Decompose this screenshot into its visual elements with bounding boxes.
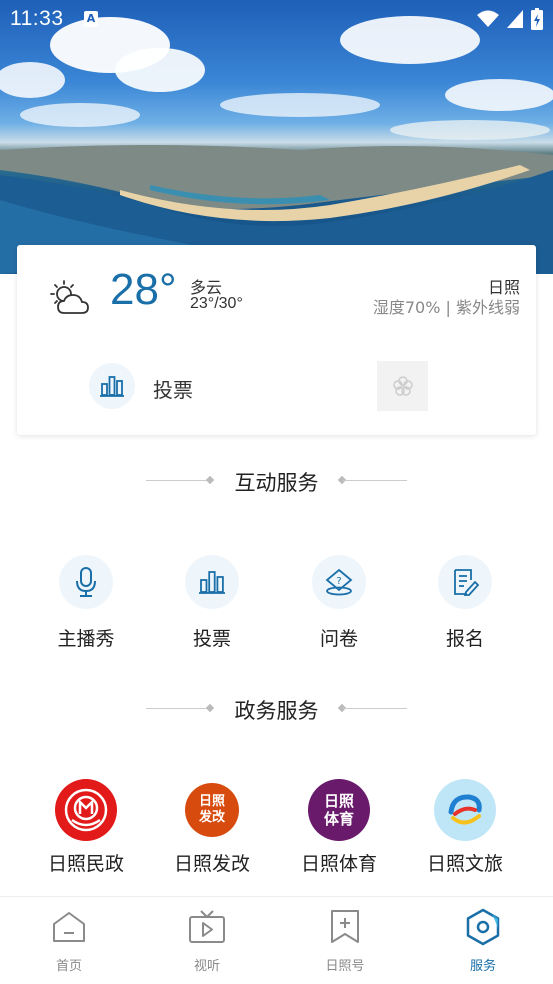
logo-text: 日照 体育 xyxy=(323,792,354,828)
service-label: 日照文旅 xyxy=(426,853,503,875)
divider-line xyxy=(343,708,407,709)
section-title-interactive: 互动服务 xyxy=(234,471,319,495)
nav-label: 日照号 xyxy=(325,959,365,974)
nav-label: 首页 xyxy=(55,959,82,974)
service-questionnaire[interactable]: ? 问卷 xyxy=(289,555,389,651)
gov-service-civil-affairs[interactable]: 日照民政 xyxy=(36,779,136,876)
service-label: 日照民政 xyxy=(47,853,124,875)
service-label: 问卷 xyxy=(319,628,358,650)
wifi-icon xyxy=(477,10,499,27)
bottom-navigation: 首页 视听 日照号 服务 xyxy=(0,896,553,984)
bookmark-plus-icon xyxy=(325,907,365,947)
partly-cloudy-icon xyxy=(50,280,89,314)
temperature: 28° xyxy=(110,265,177,314)
home-icon xyxy=(49,907,89,947)
service-label: 主播秀 xyxy=(57,628,115,650)
nav-rizhao-account[interactable]: 日照号 xyxy=(300,907,390,974)
nav-media[interactable]: 视听 xyxy=(162,907,252,974)
status-time: 11:33 xyxy=(10,7,64,30)
status-bar: 11:33 A xyxy=(0,0,553,38)
nav-label: 服务 xyxy=(469,959,496,974)
temperature-range: 23°/30° xyxy=(190,295,243,312)
service-vote[interactable]: 投票 xyxy=(162,555,262,651)
weather-card: 28° 多云 23°/30° 日照 湿度70% | 紫外线弱 投票 xyxy=(17,245,536,435)
nav-label: 视听 xyxy=(193,959,220,974)
service-hexagon-icon xyxy=(463,907,503,947)
microphone-icon xyxy=(59,555,113,609)
nav-home[interactable]: 首页 xyxy=(24,907,114,974)
image-placeholder xyxy=(377,361,428,411)
civil-affairs-logo-icon xyxy=(55,779,117,841)
flower-placeholder-icon xyxy=(392,376,413,396)
questionnaire-icon: ? xyxy=(312,555,366,609)
service-label: 日照体育 xyxy=(300,853,377,875)
service-label: 报名 xyxy=(445,628,484,650)
signup-form-icon xyxy=(438,555,492,609)
section-title-gov: 政务服务 xyxy=(234,699,319,723)
service-label: 日照发改 xyxy=(173,853,250,875)
tv-icon xyxy=(187,907,227,947)
nav-services[interactable]: 服务 xyxy=(438,907,528,974)
humidity-uv: 湿度70% | 紫外线弱 xyxy=(372,298,520,317)
battery-charging-icon xyxy=(531,8,543,30)
bar-chart-icon xyxy=(100,376,124,397)
gov-service-culture-tourism[interactable]: 日照文旅 xyxy=(415,779,515,876)
service-signup[interactable]: 报名 xyxy=(415,555,515,651)
status-icons xyxy=(477,8,543,30)
vote-shortcut-button[interactable] xyxy=(89,363,135,409)
svg-text:?: ? xyxy=(336,576,341,587)
sports-logo-icon: 日照 体育 xyxy=(308,779,370,841)
service-label: 投票 xyxy=(192,628,231,650)
hero-banner-image[interactable] xyxy=(0,0,553,274)
service-host-show[interactable]: 主播秀 xyxy=(36,555,136,651)
gov-service-sports[interactable]: 日照 体育 日照体育 xyxy=(289,779,389,876)
gov-service-development-reform[interactable]: 日照 发改 日照发改 xyxy=(162,779,262,876)
translate-notification-icon: A xyxy=(84,11,98,27)
signal-icon xyxy=(507,10,523,28)
logo-text: 日照 发改 xyxy=(198,794,225,825)
development-reform-logo-icon: 日照 发改 xyxy=(185,783,239,837)
culture-tourism-logo-icon xyxy=(434,779,496,841)
divider-line xyxy=(343,480,407,481)
bar-chart-icon xyxy=(185,555,239,609)
vote-shortcut-label[interactable]: 投票 xyxy=(153,374,193,403)
